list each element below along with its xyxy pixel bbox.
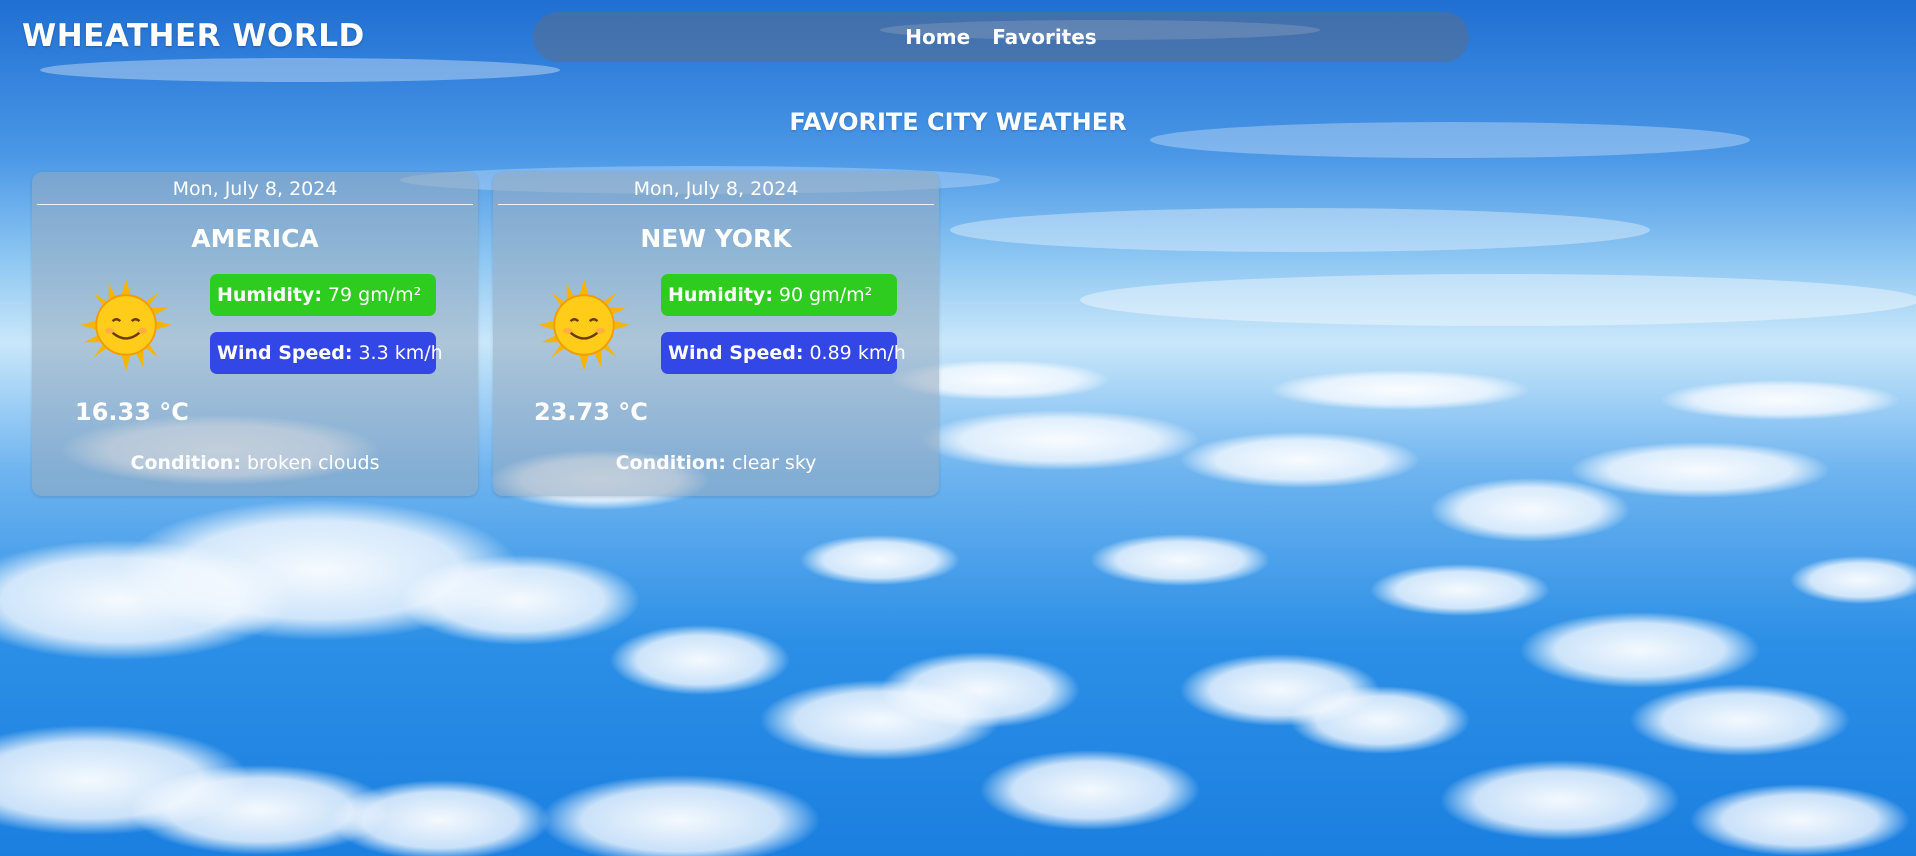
humidity-value: 90 gm/m²: [778, 284, 873, 306]
page-title: FAVORITE CITY WEATHER: [789, 108, 1127, 136]
humidity-label: Humidity:: [668, 284, 773, 306]
card-date: Mon, July 8, 2024: [37, 178, 473, 205]
weather-card-new-york: Mon, July 8, 2024 NEW YORK Humidity: 90 …: [493, 172, 939, 496]
weather-card-america: Mon, July 8, 2024 AMERICA Humidity: 79 g…: [32, 172, 478, 496]
humidity-value: 79 gm/m²: [327, 284, 422, 306]
condition-row: Condition: broken clouds: [32, 452, 478, 474]
condition-label: Condition:: [130, 452, 241, 474]
wind-speed-label: Wind Speed:: [217, 342, 353, 364]
humidity-badge: Humidity: 79 gm/m²: [210, 274, 436, 316]
card-city-name: AMERICA: [191, 224, 319, 253]
card-date: Mon, July 8, 2024: [498, 178, 934, 205]
nav-home-link[interactable]: Home: [905, 25, 970, 49]
temperature-value: 23.73 °C: [534, 398, 648, 426]
humidity-label: Humidity:: [217, 284, 322, 306]
wind-speed-badge: Wind Speed: 3.3 km/h: [210, 332, 443, 374]
condition-value: clear sky: [732, 452, 817, 474]
temperature-value: 16.33 °C: [75, 398, 189, 426]
nav-favorites-link[interactable]: Favorites: [992, 25, 1097, 49]
sun-icon: [537, 278, 631, 372]
condition-value: broken clouds: [246, 452, 380, 474]
wind-speed-label: Wind Speed:: [668, 342, 804, 364]
wind-speed-value: 3.3 km/h: [358, 342, 443, 364]
app-brand: WHEATHER WORLD: [22, 18, 365, 54]
wind-speed-value: 0.89 km/h: [809, 342, 906, 364]
top-navbar: Home Favorites: [533, 12, 1469, 62]
wind-speed-badge: Wind Speed: 0.89 km/h: [661, 332, 906, 374]
condition-row: Condition: clear sky: [493, 452, 939, 474]
humidity-badge: Humidity: 90 gm/m²: [661, 274, 897, 316]
sun-icon: [79, 278, 173, 372]
condition-label: Condition:: [615, 452, 727, 474]
card-city-name: NEW YORK: [640, 224, 792, 253]
